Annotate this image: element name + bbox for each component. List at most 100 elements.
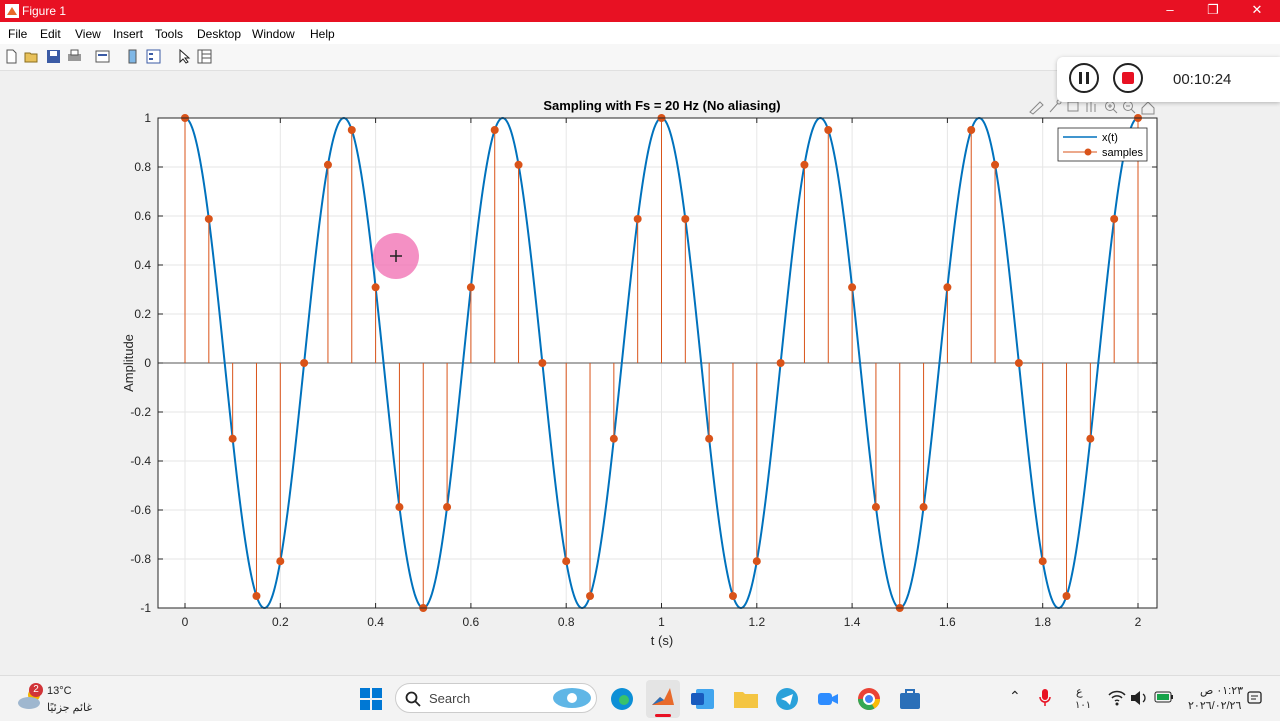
y-tick-label: 0 bbox=[144, 356, 151, 370]
cursor-highlight bbox=[373, 233, 419, 279]
x-tick-label: 1.6 bbox=[939, 615, 956, 629]
x-tick-label: 0.6 bbox=[463, 615, 480, 629]
sample-point bbox=[490, 126, 499, 135]
video-conference-icon[interactable] bbox=[815, 686, 841, 712]
open-file-icon[interactable] bbox=[24, 49, 39, 64]
y-tick-label: 0.2 bbox=[134, 307, 151, 321]
restore-button[interactable]: ❐ bbox=[1193, 0, 1233, 22]
clock-date[interactable]: ٢٠٢٦/٠٢/٢٦ bbox=[1188, 699, 1241, 712]
x-tick-label: 0.8 bbox=[558, 615, 575, 629]
wifi-icon[interactable] bbox=[1108, 690, 1126, 706]
edge-browser-icon[interactable] bbox=[609, 686, 635, 712]
sample-point bbox=[991, 160, 1000, 169]
clock-time[interactable]: ٠١:٢٣ ص bbox=[1200, 684, 1243, 697]
volume-icon[interactable] bbox=[1130, 690, 1148, 706]
y-tick-label: -1 bbox=[140, 601, 151, 615]
colorbar-icon[interactable] bbox=[125, 49, 140, 64]
y-tick-label: 0.8 bbox=[134, 160, 151, 174]
weather-badge: 2 bbox=[29, 683, 43, 697]
sample-point bbox=[204, 214, 213, 223]
stop-icon bbox=[1122, 72, 1134, 84]
zoom-in-icon[interactable] bbox=[1105, 101, 1118, 114]
legend-icon[interactable] bbox=[146, 49, 161, 64]
sample-point bbox=[276, 557, 285, 566]
matlab-taskbar-button[interactable] bbox=[646, 680, 680, 718]
legend-label-xt: x(t) bbox=[1102, 132, 1118, 144]
sample-point bbox=[943, 283, 952, 292]
minimize-button[interactable]: – bbox=[1150, 0, 1190, 22]
zoom-out-icon[interactable] bbox=[1123, 101, 1136, 114]
home-icon[interactable] bbox=[1141, 101, 1155, 115]
file-explorer-icon[interactable] bbox=[733, 686, 759, 712]
tray-overflow-chevron-icon[interactable]: ⌃ bbox=[1009, 688, 1021, 705]
sample-point bbox=[681, 214, 690, 223]
sample-point bbox=[1038, 557, 1047, 566]
matlab-figure-icon bbox=[5, 4, 19, 18]
start-icon[interactable] bbox=[358, 686, 384, 712]
y-tick-label: -0.8 bbox=[130, 552, 151, 566]
sample-point bbox=[1062, 591, 1071, 600]
language-indicator-top[interactable]: ع bbox=[1076, 685, 1083, 698]
sample-point bbox=[633, 214, 642, 223]
sample-point bbox=[967, 126, 976, 135]
legend-marker-samples bbox=[1084, 148, 1092, 156]
notifications-icon[interactable] bbox=[1247, 690, 1263, 706]
sample-point bbox=[824, 126, 833, 135]
sample-point bbox=[705, 434, 714, 443]
y-tick-label: -0.6 bbox=[130, 503, 151, 517]
weather-temp: 13°C bbox=[47, 685, 72, 697]
datatip-icon[interactable] bbox=[1067, 101, 1079, 112]
microphone-icon[interactable] bbox=[1038, 688, 1052, 708]
chrome-icon[interactable] bbox=[856, 686, 882, 712]
x-tick-label: 1 bbox=[658, 615, 665, 629]
chart-title: Sampling with Fs = 20 Hz (No aliasing) bbox=[543, 98, 780, 113]
menu-window[interactable]: Window bbox=[252, 27, 295, 41]
print-icon[interactable] bbox=[67, 49, 82, 64]
brush-icon[interactable] bbox=[1049, 99, 1062, 113]
save-icon[interactable] bbox=[46, 49, 61, 64]
store-icon[interactable] bbox=[897, 686, 923, 712]
window-title: Figure 1 bbox=[22, 4, 67, 18]
window-titlebar[interactable]: Figure 1 – ❐ ✕ bbox=[0, 0, 1280, 22]
sample-point bbox=[371, 283, 380, 292]
sample-point bbox=[538, 359, 547, 367]
menu-tools[interactable]: Tools bbox=[155, 27, 183, 41]
new-figure-icon[interactable] bbox=[4, 49, 19, 64]
axes-toolbar bbox=[1029, 99, 1155, 115]
plot-svg: 0 0.2 0.4 0.6 0.8 1 1.2 1.4 1.6 1.8 2 -1 -0.8 -0.6 -0.… bbox=[121, 98, 1158, 648]
pan-icon[interactable] bbox=[1086, 102, 1096, 112]
export-icon[interactable] bbox=[1029, 101, 1044, 115]
x-tick-label: 0.2 bbox=[272, 615, 289, 629]
close-button[interactable]: ✕ bbox=[1237, 0, 1277, 22]
search-label: Search bbox=[429, 691, 471, 706]
link-plot-icon[interactable] bbox=[95, 49, 110, 64]
legend[interactable]: x(t) samples bbox=[1057, 127, 1148, 162]
pause-button[interactable] bbox=[1069, 63, 1099, 93]
recording-time: 00:10:24 bbox=[1173, 71, 1232, 88]
y-tick-label: -0.2 bbox=[130, 405, 151, 419]
menu-desktop[interactable]: Desktop bbox=[197, 27, 241, 41]
menu-view[interactable]: View bbox=[75, 27, 101, 41]
sample-point bbox=[466, 283, 475, 292]
sample-point bbox=[323, 160, 332, 169]
x-tick-label: 1.4 bbox=[844, 615, 861, 629]
stop-button[interactable] bbox=[1113, 63, 1143, 93]
x-tick-label: 0 bbox=[182, 615, 189, 629]
menu-edit[interactable]: Edit bbox=[40, 27, 61, 41]
edit-plot-arrow-icon[interactable] bbox=[177, 49, 192, 64]
battery-icon[interactable] bbox=[1154, 691, 1174, 703]
y-tick-label: 0.6 bbox=[134, 209, 151, 223]
sample-point bbox=[443, 503, 452, 512]
menu-file[interactable]: File bbox=[8, 27, 27, 41]
property-inspector-icon[interactable] bbox=[197, 49, 212, 64]
menu-help[interactable]: Help bbox=[310, 27, 335, 41]
menu-insert[interactable]: Insert bbox=[113, 27, 143, 41]
sample-point bbox=[776, 359, 785, 367]
weather-widget[interactable]: 2 13°C غائم جزئيًا bbox=[14, 681, 104, 717]
sample-point bbox=[1110, 214, 1119, 223]
y-tick-label: 0.4 bbox=[134, 258, 151, 272]
word-icon[interactable] bbox=[690, 686, 716, 712]
y-tick-label: 1 bbox=[144, 111, 151, 125]
telegram-icon[interactable] bbox=[774, 686, 800, 712]
taskbar-search-box[interactable]: Search bbox=[395, 683, 597, 713]
